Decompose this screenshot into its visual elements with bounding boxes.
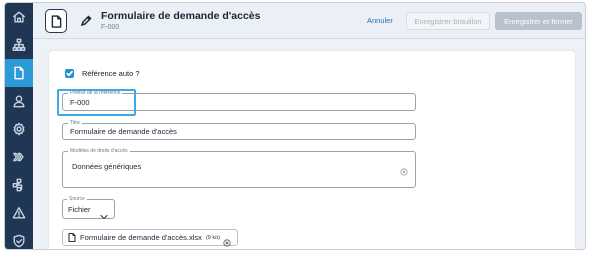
title-value: Formulaire de demande d'accès xyxy=(70,127,177,136)
sidebar-item-settings[interactable] xyxy=(5,115,33,143)
access-models-field[interactable]: Modèles de droits d'accès Données généri… xyxy=(62,147,416,188)
document-icon xyxy=(51,14,61,28)
sidebar-item-organization[interactable] xyxy=(5,31,33,59)
sidebar xyxy=(5,3,33,249)
hierarchy-icon xyxy=(12,38,26,51)
source-selected-value: Fichier xyxy=(68,205,91,214)
sidebar-item-security[interactable] xyxy=(5,227,33,249)
gear-icon xyxy=(13,122,25,136)
remove-file-button[interactable] xyxy=(223,234,231,247)
home-icon xyxy=(13,11,25,23)
sidebar-item-documents[interactable] xyxy=(5,59,33,87)
user-icon xyxy=(13,95,25,108)
file-size: (9 ko) xyxy=(205,234,220,241)
sidebar-item-alerts[interactable] xyxy=(5,199,33,227)
form-card: Référence auto ? Préfixe de la référence… xyxy=(49,51,575,249)
pencil-icon xyxy=(80,15,92,27)
close-circle-icon xyxy=(223,238,231,247)
document-type-badge xyxy=(45,9,67,33)
sidebar-item-flows[interactable] xyxy=(5,143,33,171)
chevron-down-icon xyxy=(100,207,108,220)
close-circle-icon xyxy=(400,168,408,176)
attached-file-chip[interactable]: Formulaire de demande d'accès.xlsx (9 ko… xyxy=(62,229,238,247)
access-models-value: Données génériques xyxy=(72,162,142,171)
page-header: Formulaire de demande d'accès F-000 Annu… xyxy=(33,3,585,39)
sidebar-item-workflow[interactable] xyxy=(5,171,33,199)
focus-highlight xyxy=(57,89,136,116)
check-icon xyxy=(66,70,73,77)
file-icon xyxy=(68,229,76,247)
form-code: F-000 xyxy=(101,24,120,31)
shield-icon xyxy=(13,234,25,248)
source-select-label: Source xyxy=(67,195,87,203)
auto-reference-checkbox[interactable] xyxy=(65,69,74,78)
file-name: Formulaire de demande d'accès.xlsx xyxy=(80,233,202,242)
title-field-label: Titre xyxy=(68,119,82,127)
access-models-field-label: Modèles de droits d'accès xyxy=(68,147,130,155)
warning-icon xyxy=(12,207,26,219)
title-field[interactable]: Titre Formulaire de demande d'accès xyxy=(62,119,416,140)
sidebar-item-users[interactable] xyxy=(5,87,33,115)
save-and-close-button[interactable]: Enregistrer et fermer xyxy=(495,12,582,30)
document-icon xyxy=(14,66,24,80)
clear-selection-button[interactable] xyxy=(400,163,408,176)
edit-title-button[interactable] xyxy=(80,14,92,27)
auto-reference-label: Référence auto ? xyxy=(82,69,140,78)
cancel-button[interactable]: Annuler xyxy=(367,12,393,29)
chevrons-right-icon xyxy=(13,152,24,162)
page-title: Formulaire de demande d'accès xyxy=(101,10,261,22)
save-draft-button[interactable]: Enregistrer brouillon xyxy=(406,12,490,30)
sidebar-item-home[interactable] xyxy=(5,3,33,31)
source-select[interactable]: Source Fichier xyxy=(62,195,115,220)
workflow-icon xyxy=(12,178,23,192)
app-window: Formulaire de demande d'accès F-000 Annu… xyxy=(4,2,586,250)
